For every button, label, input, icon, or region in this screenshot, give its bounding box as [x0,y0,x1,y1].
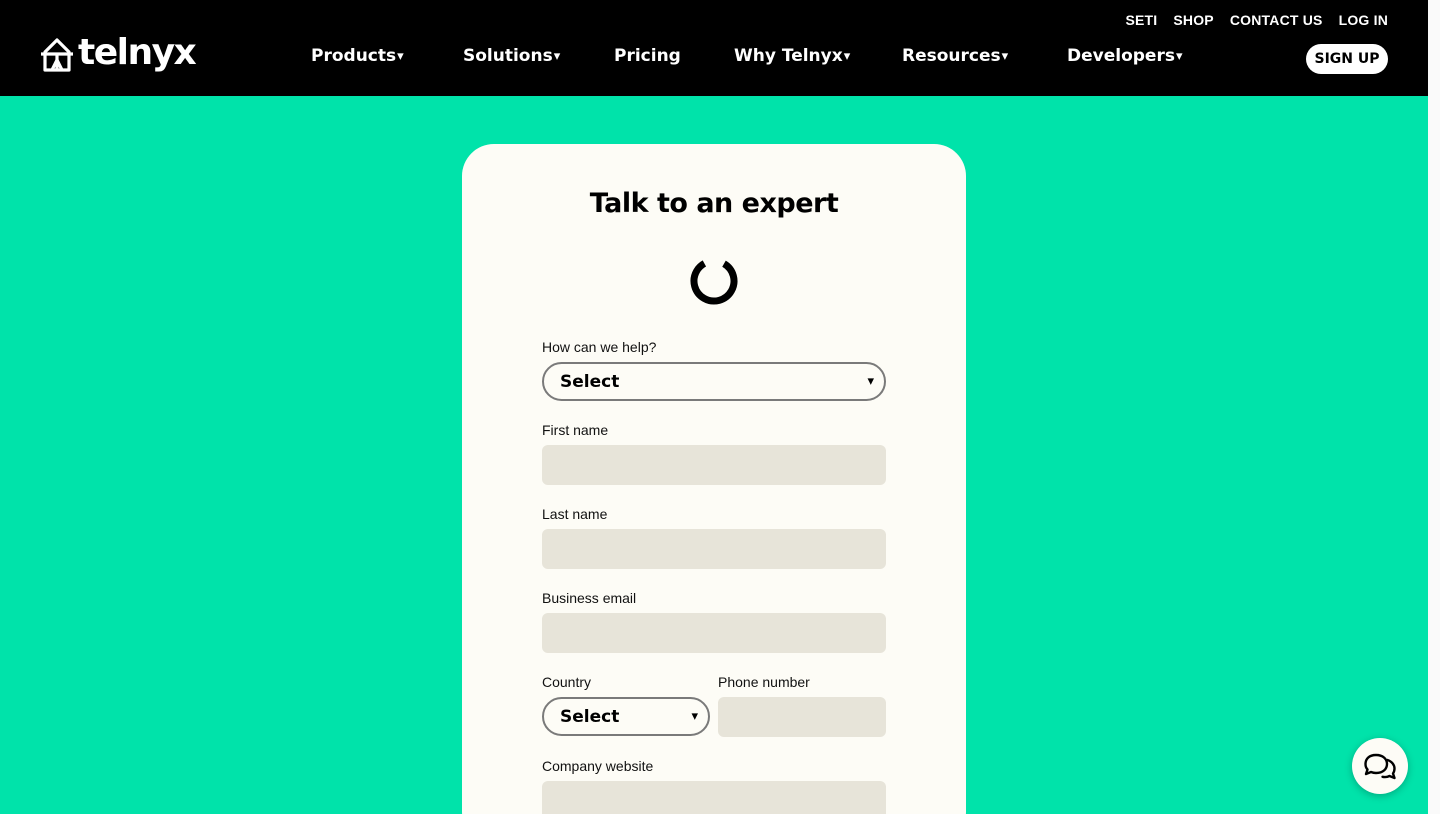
phone-number-field[interactable] [718,697,886,737]
chevron-down-icon: ▾ [1175,48,1183,64]
chevron-down-icon: ▾ [553,48,561,64]
company-website-field[interactable] [542,781,886,814]
utility-link-seti[interactable]: SETI [1125,12,1157,28]
sign-up-button[interactable]: SIGN UP [1306,44,1388,74]
chevron-down-icon: ▾ [867,374,874,389]
chat-bubbles-icon [1364,753,1396,780]
help-select-value: Select [560,371,620,392]
nav-label: Pricing [614,46,681,66]
loading-spinner-icon [690,257,738,305]
utility-link-contact-us[interactable]: CONTACT US [1230,12,1323,28]
utility-link-shop[interactable]: SHOP [1173,12,1213,28]
utility-nav: SETI SHOP CONTACT US LOG IN [1125,12,1388,28]
chevron-down-icon: ▾ [397,48,404,64]
nav-pricing[interactable]: Pricing [614,46,734,66]
first-name-field[interactable] [542,445,886,485]
chevron-down-icon: ▾ [1001,48,1009,64]
page-scrollbar[interactable] [1428,0,1440,814]
nav-label: Solutions [463,46,553,66]
phone-number-label: Phone number [718,674,810,690]
first-name-label: First name [542,422,609,438]
country-label: Country [542,674,592,690]
site-header: SETI SHOP CONTACT US LOG IN telnyx Produ… [0,0,1428,96]
country-select-value: Select [560,706,620,727]
form-title: Talk to an expert [589,188,839,219]
last-name-field[interactable] [542,529,886,569]
nav-developers[interactable]: Developers ▾ [1067,46,1183,66]
telnyx-logo[interactable]: telnyx [40,32,197,73]
utility-link-log-in[interactable]: LOG IN [1339,12,1388,28]
business-email-field[interactable] [542,613,886,653]
nav-products[interactable]: Products ▾ [311,46,463,66]
nav-why-telnyx[interactable]: Why Telnyx ▾ [734,46,902,66]
chat-button[interactable] [1352,738,1408,794]
help-label: How can we help? [542,339,657,355]
help-select[interactable]: Select ▾ [542,362,886,401]
nav-label: Resources [902,46,1001,66]
nav-label: Products [311,46,397,66]
country-select[interactable]: Select ▾ [542,697,710,736]
chevron-down-icon: ▾ [843,48,851,64]
nav-resources[interactable]: Resources ▾ [902,46,1067,66]
logo-wordmark: telnyx [78,32,197,73]
main-nav: Products ▾ Solutions ▾ Pricing Why Telnyx ▾… [311,46,1183,66]
last-name-label: Last name [542,506,608,522]
nav-label: Developers [1067,46,1175,66]
nav-label: Why Telnyx [734,46,843,66]
telnyx-logo-icon [41,38,73,72]
company-website-label: Company website [542,758,654,774]
nav-solutions[interactable]: Solutions ▾ [463,46,614,66]
chevron-down-icon: ▾ [691,709,698,724]
business-email-label: Business email [542,590,637,606]
